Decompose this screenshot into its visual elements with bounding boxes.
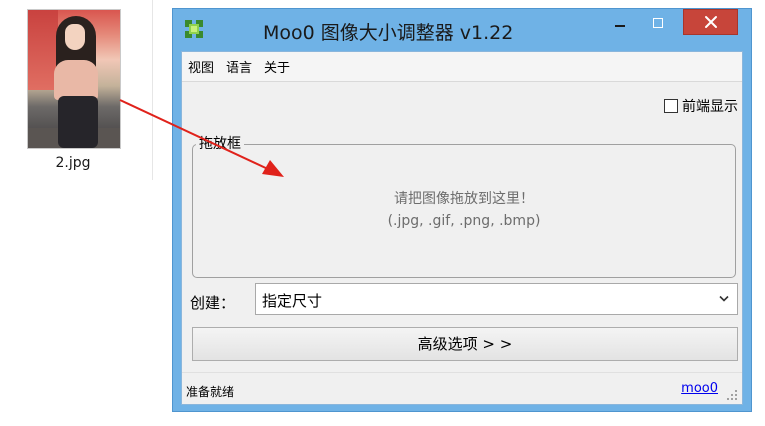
maximize-button[interactable]: [643, 9, 673, 37]
file-name-label: 2.jpg: [55, 155, 91, 171]
resize-grip-icon[interactable]: [726, 389, 738, 401]
menu-item-view[interactable]: 视图: [186, 55, 220, 78]
create-mode-value: 指定尺寸: [262, 292, 323, 310]
always-on-top-label: 前端显示: [682, 99, 738, 115]
checkbox-icon[interactable]: [664, 99, 678, 113]
minimize-icon: [615, 25, 625, 27]
moo0-link[interactable]: moo0: [681, 381, 718, 396]
image-thumbnail: [27, 9, 121, 149]
menu-item-language[interactable]: 语言: [224, 55, 258, 78]
advanced-options-button[interactable]: 高级选项 > >: [192, 327, 738, 361]
menu-item-about[interactable]: 关于: [262, 55, 296, 78]
status-text: 准备就绪: [186, 385, 235, 399]
app-icon: [185, 20, 203, 38]
menu-bar: 视图 语言 关于: [182, 52, 742, 82]
drop-hint-text: 请把图像拖放到这里！: [394, 191, 534, 207]
create-label: 创建：: [190, 294, 236, 312]
status-bar: 准备就绪 moo0: [182, 372, 742, 405]
window-title: Moo0 图像大小调整器 v1.22: [263, 22, 514, 44]
chevron-down-icon: [719, 295, 729, 302]
title-bar[interactable]: Moo0 图像大小调整器 v1.22: [173, 9, 751, 51]
desktop-file-item[interactable]: 2.jpg: [0, 0, 153, 180]
close-button[interactable]: [683, 9, 738, 35]
screen: 2.jpg Moo0 图像大小调整器 v1.22 视图 语言 关于 前端显示 拖…: [0, 0, 765, 426]
maximize-icon: [653, 18, 663, 28]
window-client-area: 视图 语言 关于 前端显示 拖放框 请把图像拖放到这里！ (.jpg, .gif…: [181, 51, 743, 405]
app-window: Moo0 图像大小调整器 v1.22 视图 语言 关于 前端显示 拖放框 请把图…: [172, 8, 752, 412]
close-icon: [704, 16, 717, 28]
drop-area-legend: 拖放框: [196, 133, 244, 153]
drop-area[interactable]: [192, 144, 736, 278]
create-mode-select[interactable]: 指定尺寸: [255, 283, 738, 315]
always-on-top-checkbox[interactable]: 前端显示: [664, 96, 738, 116]
minimize-button[interactable]: [605, 9, 635, 37]
drop-hint-formats: (.jpg, .gif, .png, .bmp): [387, 213, 541, 229]
